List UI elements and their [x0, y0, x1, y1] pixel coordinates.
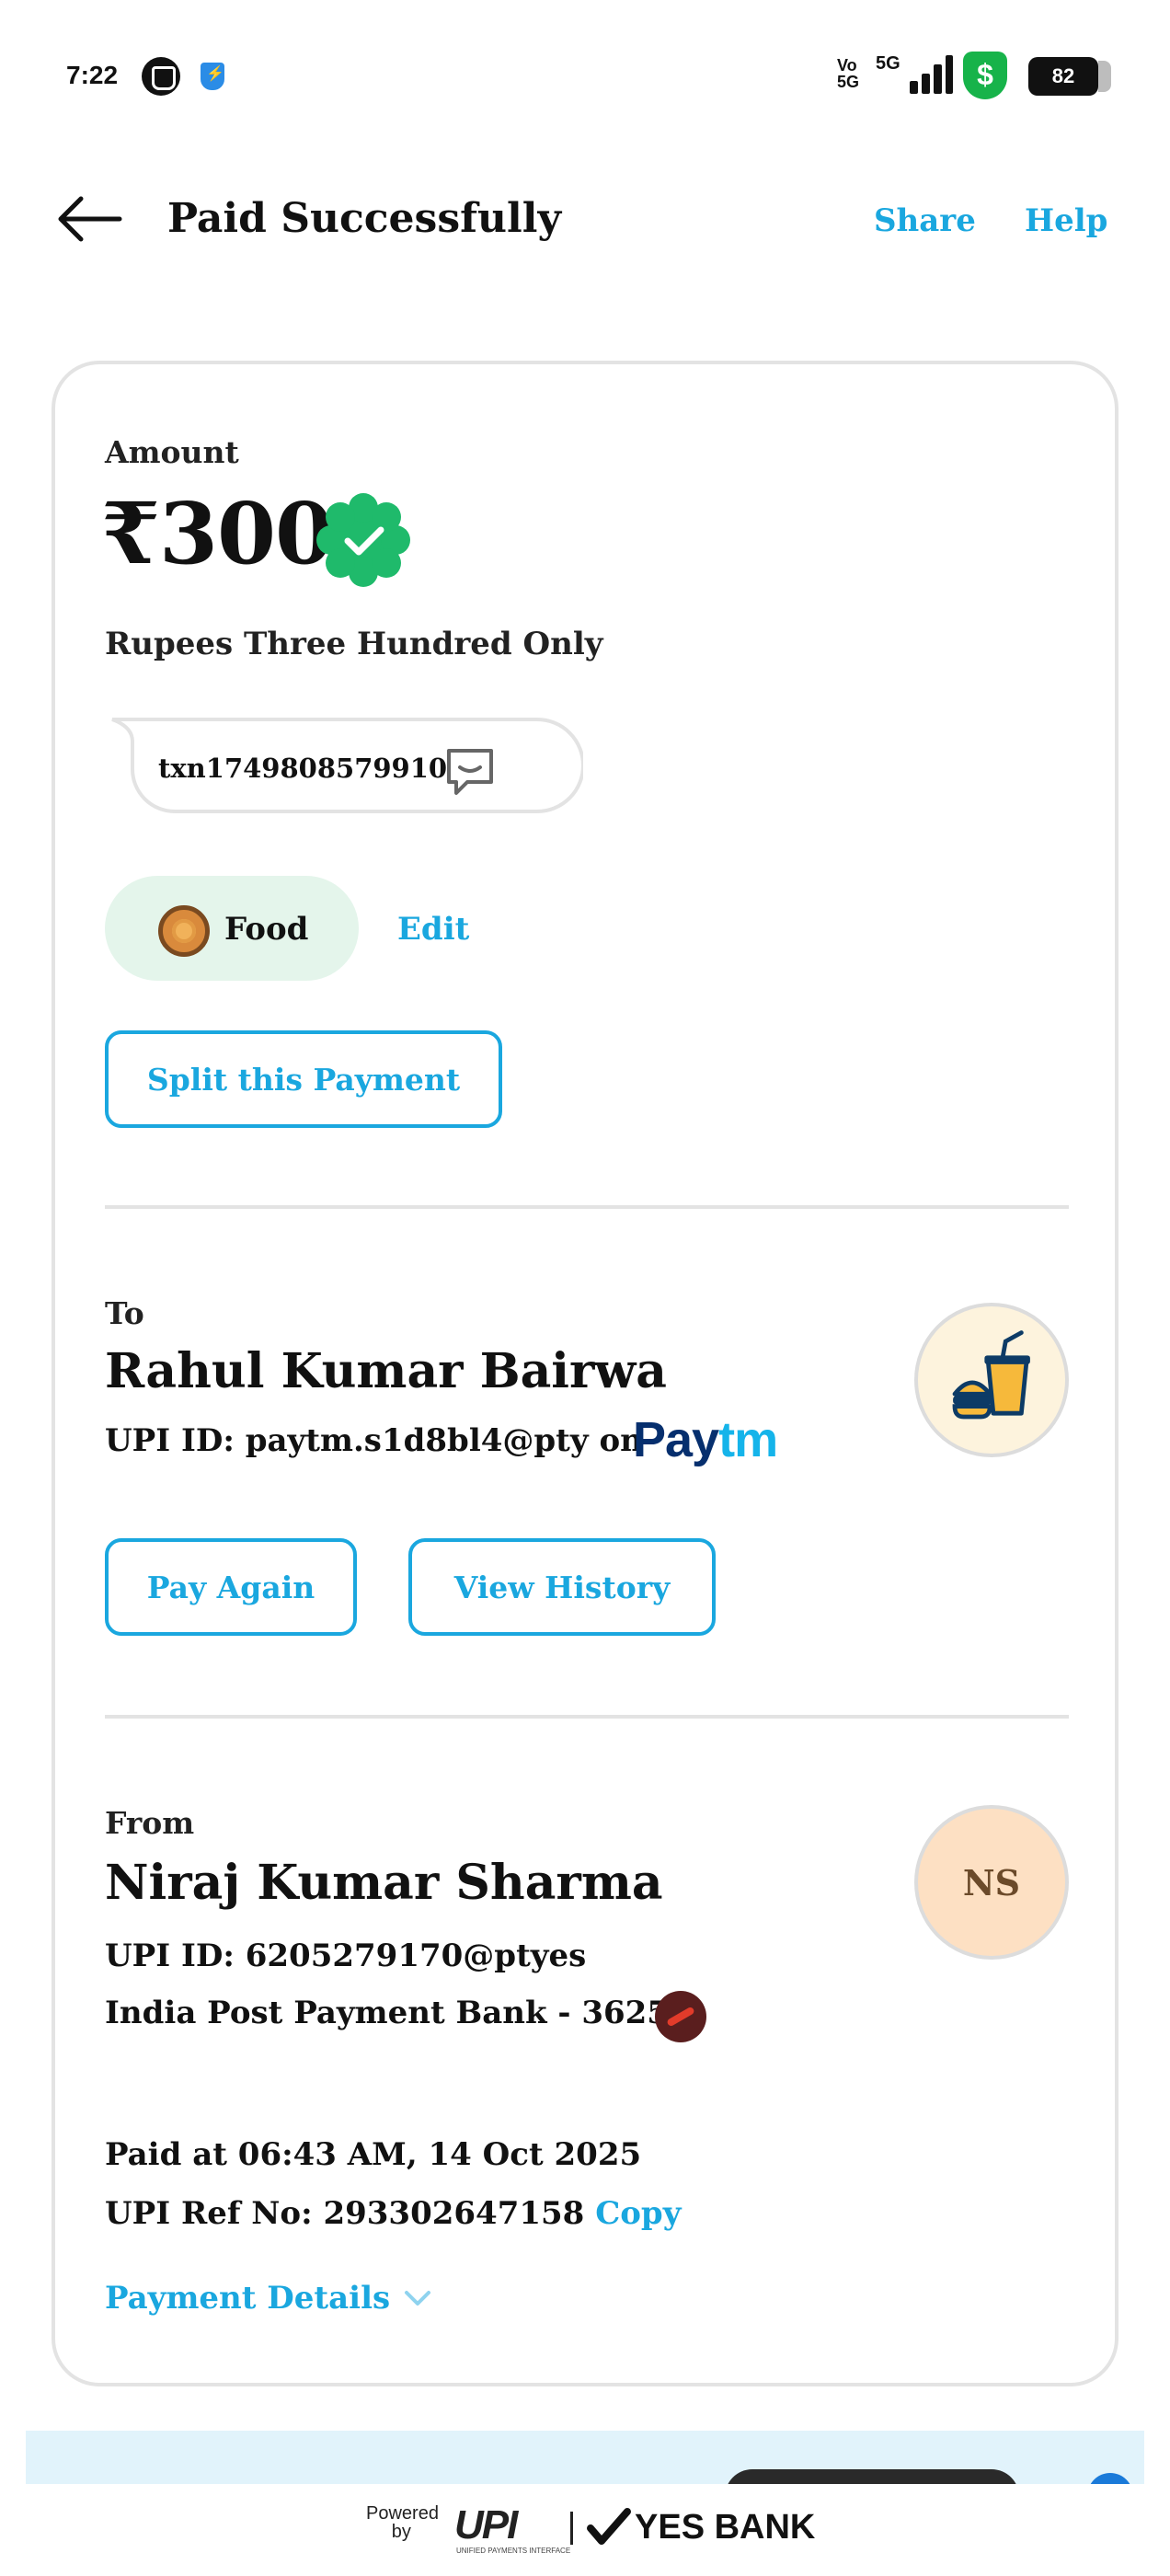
status-time: 7:22	[66, 61, 119, 89]
message-icon[interactable]	[442, 743, 499, 800]
paytm-logo-part-2: tm	[718, 1412, 778, 1467]
payee-upi-id: UPI ID: paytm.s1d8bl4@pty on	[105, 1422, 643, 1459]
upi-logo: UPI	[454, 2502, 518, 2547]
success-check-icon	[316, 493, 410, 587]
payer-name: Niraj Kumar Sharma	[105, 1855, 663, 1911]
amount-value: ₹300	[101, 484, 334, 583]
powered-by-footer: Powered by UPI UNIFIED PAYMENTS INTERFAC…	[0, 2484, 1170, 2576]
pay-again-button[interactable]: Pay Again	[105, 1538, 357, 1636]
upi-logo-subtitle: UNIFIED PAYMENTS INTERFACE	[456, 2547, 571, 2555]
volte-icon: Vo 5G	[837, 56, 860, 91]
food-merchant-icon	[952, 1330, 1030, 1420]
yes-bank-check-icon	[587, 2508, 631, 2545]
upi-reference: UPI Ref No: 293302647158 Copy	[105, 2195, 681, 2232]
category-label: Food	[224, 911, 309, 948]
from-label: From	[105, 1805, 195, 1841]
payment-note: txn1749808579910	[158, 753, 448, 784]
promo-banner[interactable]	[26, 2431, 1144, 2501]
copy-reference-button[interactable]: Copy	[595, 2195, 681, 2232]
payment-details-label: Payment Details	[105, 2280, 391, 2317]
powered-by-label: Powered by	[366, 2504, 439, 2541]
payment-details-toggle[interactable]: Payment Details	[105, 2280, 432, 2317]
food-category-icon	[158, 905, 210, 957]
payment-receipt-card: Amount ₹300 Rupees Three Hundred Only tx…	[52, 361, 1118, 2386]
back-arrow-icon[interactable]	[53, 191, 123, 247]
to-label: To	[105, 1295, 144, 1331]
payee-avatar	[914, 1303, 1069, 1457]
share-button[interactable]: Share	[874, 202, 976, 239]
edit-category-button[interactable]: Edit	[397, 911, 469, 948]
payer-bank-account: India Post Payment Bank - 3625	[105, 1995, 669, 2031]
app-notification-icon	[142, 57, 180, 96]
payer-avatar: NS	[914, 1805, 1069, 1960]
shield-notification-icon	[201, 63, 224, 90]
view-history-button[interactable]: View History	[408, 1538, 716, 1636]
upi-reference-number: UPI Ref No: 293302647158	[105, 2195, 585, 2232]
payee-name: Rahul Kumar Bairwa	[105, 1343, 667, 1399]
chevron-down-icon	[405, 2291, 431, 2306]
app-header: Paid Successfully Share Help	[0, 175, 1170, 267]
payer-upi-id: UPI ID: 6205279170@ptyes	[105, 1938, 587, 1974]
divider	[105, 1715, 1069, 1719]
bank-logo-icon	[655, 1991, 706, 2042]
money-shield-icon: $	[963, 52, 1007, 99]
divider	[105, 1205, 1069, 1209]
page-title: Paid Successfully	[167, 195, 562, 242]
payment-timestamp: Paid at 06:43 AM, 14 Oct 2025	[105, 2136, 642, 2173]
yes-bank-logo: YES BANK	[635, 2508, 816, 2547]
split-payment-button[interactable]: Split this Payment	[105, 1030, 502, 1128]
help-button[interactable]: Help	[1025, 202, 1107, 239]
powered-by-line-1: Powered	[366, 2503, 439, 2524]
footer-separator	[570, 2512, 573, 2545]
status-bar: 7:22 Vo5G 5G $ 82	[0, 0, 1170, 147]
battery-icon: 82	[1028, 57, 1111, 96]
amount-in-words: Rupees Three Hundred Only	[105, 626, 603, 662]
powered-by-line-2: by	[391, 2522, 411, 2542]
paytm-logo-part-1: Pay	[633, 1412, 719, 1467]
paytm-logo: Paytm	[633, 1412, 778, 1467]
signal-strength-icon	[897, 55, 953, 94]
amount-label: Amount	[105, 434, 239, 470]
